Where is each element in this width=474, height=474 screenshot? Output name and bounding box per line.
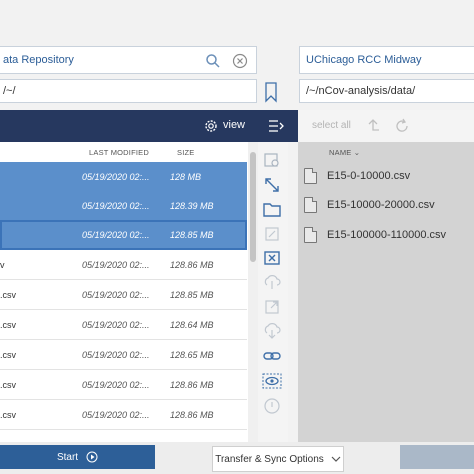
file-name: .csv (0, 409, 17, 420)
list-item[interactable]: E15-10000-20000.csv (304, 195, 435, 215)
file-name: E15-10000-20000.csv (327, 199, 435, 211)
file-size: 128.65 MB (170, 349, 214, 360)
download-icon[interactable] (262, 321, 282, 341)
destination-path: /~/nCov-analysis/data/ (306, 85, 416, 97)
file-modified: 05/19/2020 02:... (82, 319, 150, 330)
file-name: .csv (0, 319, 17, 330)
file-size: 128.64 MB (170, 319, 214, 330)
source-collection-name: ata Repository (3, 54, 74, 66)
scrollbar-thumb[interactable] (250, 152, 256, 262)
new-folder-icon[interactable] (262, 199, 282, 219)
file-modified: 05/19/2020 02:... (82, 200, 150, 211)
file-icon (304, 227, 317, 243)
destination-path-field[interactable]: /~/nCov-analysis/data/ (299, 79, 474, 103)
rename-icon[interactable] (262, 224, 282, 244)
gear-icon[interactable] (203, 118, 219, 134)
refresh-icon[interactable] (394, 118, 410, 134)
source-scrollbar[interactable] (248, 142, 258, 442)
bookmark-icon[interactable] (264, 81, 278, 103)
file-size: 128 MB (170, 171, 202, 182)
file-modified: 05/19/2020 02:... (82, 409, 150, 420)
file-size: 128.86 MB (170, 379, 214, 390)
file-modified: 05/19/2020 02:... (82, 259, 150, 270)
play-icon (86, 451, 98, 463)
file-size: 128.85 MB (170, 289, 214, 300)
table-row[interactable]: v 05/19/2020 02:... 128.86 MB (0, 250, 247, 280)
delete-icon[interactable] (262, 248, 282, 268)
link-icon[interactable] (262, 346, 282, 366)
sort-chevron-icon: ⌄ (353, 148, 361, 157)
list-item[interactable]: E15-100000-110000.csv (304, 225, 446, 245)
table-row[interactable]: .csv 05/19/2020 02:... 128.65 MB (0, 340, 247, 370)
file-name: E15-0-10000.csv (327, 170, 411, 182)
clear-icon[interactable] (232, 53, 248, 69)
source-path-field[interactable]: /~/ (0, 79, 257, 103)
file-name: v (0, 259, 5, 270)
file-modified: 05/19/2020 02:... (82, 229, 150, 240)
file-modified: 05/19/2020 02:... (82, 349, 150, 360)
column-name-label: NAME (329, 148, 352, 157)
file-name: E15-100000-110000.csv (327, 229, 447, 241)
source-panel-header: view (0, 110, 298, 142)
file-size: 128.86 MB (170, 409, 214, 420)
file-size: 128.86 MB (170, 259, 214, 270)
source-collection-field[interactable]: ata Repository (0, 46, 257, 74)
sync-options-label: Transfer & Sync Options (215, 453, 324, 465)
file-size: 128.39 MB (170, 200, 214, 211)
up-folder-icon[interactable] (366, 118, 380, 134)
search-icon[interactable] (205, 53, 221, 69)
list-item[interactable]: E15-0-10000.csv (304, 166, 410, 186)
source-path: /~/ (3, 85, 16, 97)
chevron-down-icon (331, 455, 341, 463)
source-rows: 05/19/2020 02:... 128 MB 05/19/2020 02:.… (0, 162, 248, 442)
file-modified: 05/19/2020 02:... (82, 289, 150, 300)
file-name: .csv (0, 349, 17, 360)
start-button[interactable]: Start (0, 445, 155, 469)
table-row[interactable]: .csv 05/19/2020 02:... 128.85 MB (0, 280, 247, 310)
destination-toolbar: select all (298, 110, 474, 142)
file-icon (304, 197, 317, 213)
destination-file-list (298, 142, 474, 442)
file-size: 128.85 MB (170, 229, 214, 240)
select-all-button[interactable]: select all (312, 120, 351, 131)
destination-start-button[interactable] (400, 445, 474, 469)
table-row[interactable]: .csv 05/19/2020 02:... 128.86 MB (0, 370, 247, 400)
column-name[interactable]: NAME ⌄ (329, 148, 360, 157)
file-icon (304, 168, 317, 184)
show-hidden-icon[interactable] (262, 371, 282, 391)
upload-icon[interactable] (262, 272, 282, 292)
table-row[interactable]: .csv 05/19/2020 02:... 128.64 MB (0, 310, 247, 340)
file-name: .csv (0, 379, 17, 390)
table-row[interactable]: .csv 05/19/2020 02:... 128.86 MB (0, 400, 247, 430)
column-size[interactable]: SIZE (177, 148, 194, 157)
panel-menu-icon[interactable] (268, 119, 284, 133)
destination-collection-name: UChicago RCC Midway (306, 54, 422, 66)
transfer-icon[interactable] (262, 175, 282, 195)
column-last-modified[interactable]: LAST MODIFIED (89, 148, 149, 157)
open-icon[interactable] (262, 297, 282, 317)
table-row[interactable]: 05/19/2020 02:... 128.85 MB (0, 220, 247, 250)
table-row[interactable]: 05/19/2020 02:... 128 MB (0, 162, 247, 192)
start-label: Start (56, 451, 79, 463)
file-modified: 05/19/2020 02:... (82, 379, 150, 390)
table-row[interactable]: 05/19/2020 02:... 128.39 MB (0, 191, 247, 221)
power-icon[interactable] (262, 396, 282, 416)
view-button[interactable]: view (223, 119, 245, 131)
file-modified: 05/19/2020 02:... (82, 171, 150, 182)
transfer-sync-options-button[interactable]: Transfer & Sync Options (212, 446, 344, 472)
destination-collection-field[interactable]: UChicago RCC Midway (299, 46, 474, 74)
share-icon[interactable] (262, 150, 282, 170)
file-name: .csv (0, 289, 17, 300)
